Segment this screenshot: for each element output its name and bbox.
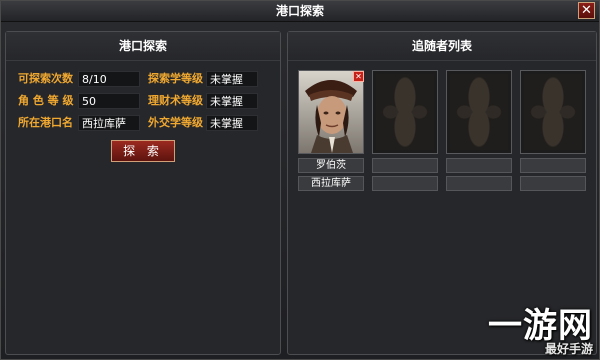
- follower-name-1: 罗伯茨: [298, 158, 364, 173]
- character-level-label: 角 色 等 级: [18, 94, 74, 107]
- follower-slot-3[interactable]: [446, 70, 512, 154]
- pirate-captain-portrait-icon: [299, 71, 363, 153]
- exploration-skill-value: 未掌握: [206, 71, 258, 87]
- follower-slot-2[interactable]: [372, 70, 438, 154]
- current-port-value: 西拉库萨: [78, 115, 140, 131]
- follower-port-4: [520, 176, 586, 191]
- empty-slot-ornament-icon: [376, 74, 434, 150]
- follower-name-3: [446, 158, 512, 173]
- port-explore-window: 港口探索 ✕ 港口探索 可探索次数 8/10 角 色 等 级 50 所在港口名 …: [0, 0, 600, 360]
- follower-slot-4[interactable]: [520, 70, 586, 154]
- current-port-label: 所在港口名: [18, 116, 73, 129]
- diplomacy-skill-label: 外交学等级: [148, 116, 203, 129]
- explore-panel: 港口探索 可探索次数 8/10 角 色 等 级 50 所在港口名 西拉库萨 探索…: [5, 31, 281, 355]
- character-level-value: 50: [78, 93, 140, 109]
- empty-slot-ornament-icon: [450, 74, 508, 150]
- explore-count-value: 8/10: [78, 71, 140, 87]
- explore-panel-header: 港口探索: [6, 32, 280, 61]
- explore-count-label: 可探索次数: [18, 72, 73, 85]
- watermark-main-text: 一游网: [488, 306, 593, 346]
- close-icon: ✕: [355, 72, 362, 81]
- exploration-skill-label: 探索学等级: [148, 72, 203, 85]
- site-watermark-logo: 一游网 最好手游: [488, 309, 593, 355]
- follower-name-2: [372, 158, 438, 173]
- finance-skill-label: 理财术等级: [148, 94, 203, 107]
- follower-port-1: 西拉库萨: [298, 176, 364, 191]
- window-title: 港口探索: [1, 1, 599, 22]
- diplomacy-skill-value: 未掌握: [206, 115, 258, 131]
- explore-button[interactable]: 探 索: [111, 140, 175, 162]
- followers-panel-header: 追随者列表: [288, 32, 596, 61]
- close-icon: ✕: [581, 3, 592, 18]
- follower-port-3: [446, 176, 512, 191]
- finance-skill-value: 未掌握: [206, 93, 258, 109]
- empty-slot-ornament-icon: [524, 74, 582, 150]
- follower-slot-1[interactable]: ✕: [298, 70, 364, 154]
- close-button[interactable]: ✕: [578, 2, 595, 19]
- remove-follower-button[interactable]: ✕: [353, 71, 364, 82]
- follower-name-4: [520, 158, 586, 173]
- follower-port-2: [372, 176, 438, 191]
